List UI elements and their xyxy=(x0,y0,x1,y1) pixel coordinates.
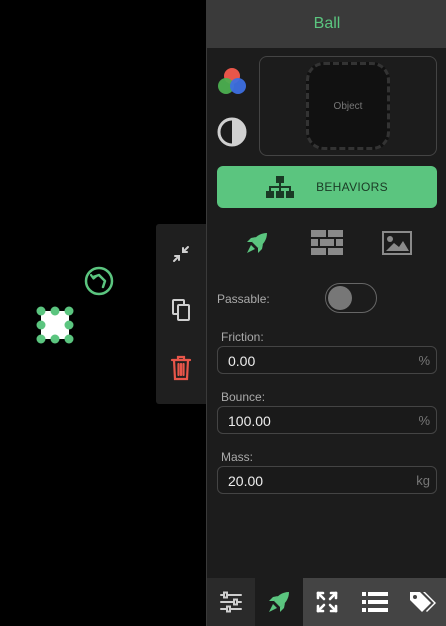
object-label: Object xyxy=(333,100,363,112)
passable-toggle[interactable] xyxy=(325,283,377,313)
friction-field[interactable]: 0.00 % xyxy=(217,346,437,374)
properties-panel: Ball Object BEHAVIORS Passable: Friction… xyxy=(206,0,446,626)
rocket-icon xyxy=(245,231,269,255)
bounce-label: Bounce: xyxy=(221,390,266,404)
mass-unit: kg xyxy=(416,473,430,488)
tab-properties[interactable] xyxy=(207,578,255,626)
friction-value: 0.00 xyxy=(228,353,256,369)
sliders-icon xyxy=(219,591,243,613)
trash-icon xyxy=(170,355,192,381)
friction-unit: % xyxy=(418,353,430,368)
physics-tab[interactable] xyxy=(237,228,277,258)
friction-label: Friction: xyxy=(221,330,264,344)
copy-button[interactable] xyxy=(156,290,206,330)
bounce-field[interactable]: 100.00 % xyxy=(217,406,437,434)
compress-icon xyxy=(170,243,192,265)
list-icon xyxy=(362,591,388,613)
expand-icon xyxy=(315,590,339,614)
contrast-icon[interactable] xyxy=(216,116,248,148)
object-preview[interactable]: Object xyxy=(259,56,437,156)
tab-tags[interactable] xyxy=(399,578,446,626)
behaviors-label: BEHAVIORS xyxy=(316,180,388,194)
rotate-handle-icon[interactable] xyxy=(83,265,115,297)
collision-tab[interactable] xyxy=(307,228,347,258)
brick-wall-icon xyxy=(311,230,343,256)
mass-label: Mass: xyxy=(221,450,254,464)
tags-icon xyxy=(409,590,437,614)
object-placeholder: Object xyxy=(306,62,390,150)
mass-field[interactable]: 20.00 kg xyxy=(217,466,437,494)
context-toolbar xyxy=(156,224,206,404)
passable-label: Passable: xyxy=(217,292,270,306)
copy-icon xyxy=(170,298,192,322)
image-icon xyxy=(382,231,412,255)
panel-title: Ball xyxy=(207,0,446,48)
compress-button[interactable] xyxy=(156,234,206,274)
toggle-knob xyxy=(328,286,352,310)
tab-transform[interactable] xyxy=(303,578,351,626)
bottom-tab-bar xyxy=(207,578,446,626)
bounce-unit: % xyxy=(418,413,430,428)
color-picker-icon[interactable] xyxy=(215,66,249,98)
delete-button[interactable] xyxy=(156,348,206,388)
bounce-value: 100.00 xyxy=(228,413,271,429)
appearance-tab[interactable] xyxy=(377,228,417,258)
mass-value: 20.00 xyxy=(228,473,264,489)
behaviors-button[interactable]: BEHAVIORS xyxy=(217,166,437,208)
selected-object[interactable] xyxy=(36,306,74,344)
tab-physics[interactable] xyxy=(255,578,303,626)
hierarchy-icon xyxy=(266,175,295,199)
rocket-icon xyxy=(267,590,291,614)
tab-list[interactable] xyxy=(351,578,399,626)
